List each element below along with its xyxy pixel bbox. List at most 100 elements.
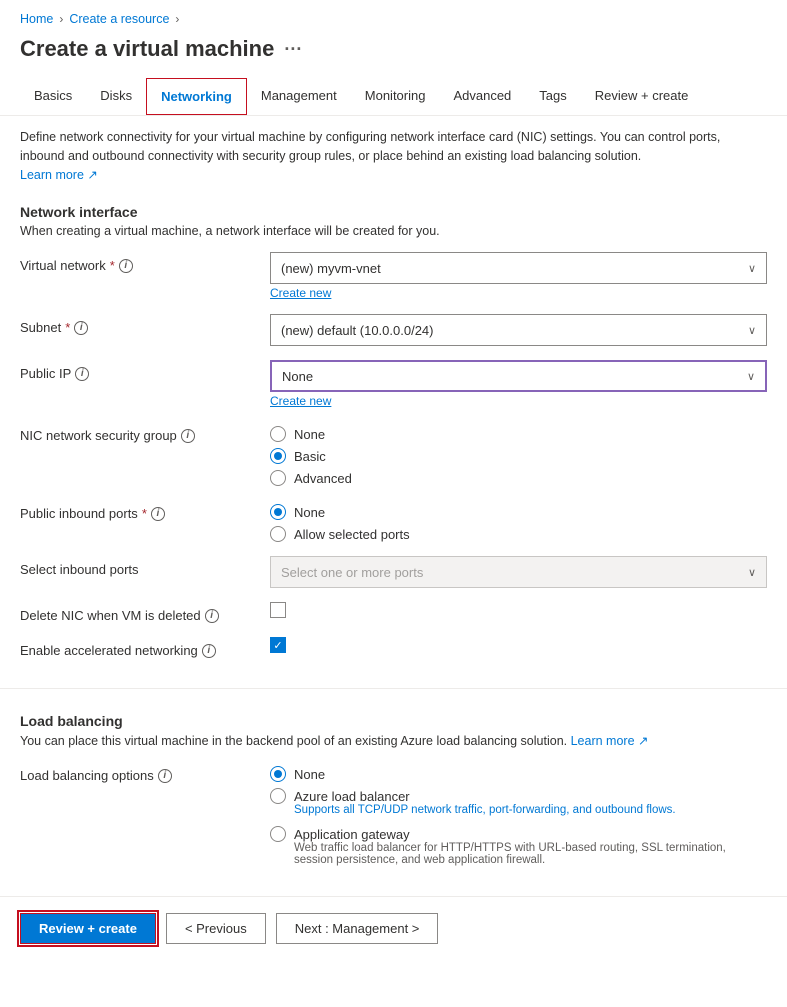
tab-tags[interactable]: Tags (525, 78, 580, 115)
select-inbound-ports-dropdown[interactable]: Select one or more ports ∨ (270, 556, 767, 588)
load-balancing-options-control: None Azure load balancer Supports all TC… (270, 762, 767, 866)
virtual-network-row: Virtual network * i (new) myvm-vnet ∨ Cr… (20, 252, 767, 300)
load-balancing-app-gateway-group: Application gateway Web traffic load bal… (270, 826, 767, 866)
public-ip-chevron-icon: ∨ (747, 370, 755, 383)
network-interface-title: Network interface (20, 204, 767, 220)
nic-nsg-none-radio[interactable] (270, 426, 286, 442)
public-ip-create-new-link[interactable]: Create new (270, 394, 331, 408)
select-inbound-ports-row: Select inbound ports Select one or more … (20, 556, 767, 588)
load-balancing-azure-lb-group: Azure load balancer Supports all TCP/UDP… (270, 788, 767, 816)
nic-nsg-radio-group: None Basic Advanced (270, 422, 767, 486)
nic-nsg-advanced-option[interactable]: Advanced (270, 470, 767, 486)
breadcrumb: Home › Create a resource › (0, 0, 787, 32)
delete-nic-label: Delete NIC when VM is deleted i (20, 602, 260, 623)
breadcrumb-home[interactable]: Home (20, 12, 53, 26)
delete-nic-row: Delete NIC when VM is deleted i (20, 602, 767, 623)
accelerated-networking-label: Enable accelerated networking i (20, 637, 260, 658)
load-balancing-options-info-icon[interactable]: i (158, 769, 172, 783)
virtual-network-dropdown[interactable]: (new) myvm-vnet ∨ (270, 252, 767, 284)
public-ip-row: Public IP i None ∨ Create new (20, 360, 767, 408)
delete-nic-checkbox[interactable] (270, 602, 286, 618)
title-options-button[interactable]: ··· (284, 39, 302, 60)
public-inbound-none-option[interactable]: None (270, 504, 767, 520)
virtual-network-label: Virtual network * i (20, 252, 260, 273)
tab-disks[interactable]: Disks (86, 78, 146, 115)
tab-management[interactable]: Management (247, 78, 351, 115)
delete-nic-control (270, 602, 767, 618)
next-button[interactable]: Next : Management > (276, 913, 439, 944)
load-balancing-title: Load balancing (20, 713, 767, 729)
subnet-chevron-icon: ∨ (748, 324, 756, 337)
description-learn-more-link[interactable]: Learn more ↗ (20, 168, 98, 182)
public-inbound-none-radio[interactable] (270, 504, 286, 520)
public-inbound-ports-label: Public inbound ports * i (20, 500, 260, 521)
select-inbound-ports-chevron-icon: ∨ (748, 566, 756, 579)
load-balancing-options-row: Load balancing options i None Azure load… (20, 762, 767, 866)
tab-advanced[interactable]: Advanced (439, 78, 525, 115)
review-create-button[interactable]: Review + create (20, 913, 156, 944)
virtual-network-control: (new) myvm-vnet ∨ Create new (270, 252, 767, 300)
tab-review-create[interactable]: Review + create (581, 78, 703, 115)
accelerated-networking-info-icon[interactable]: i (202, 644, 216, 658)
nic-nsg-none-option[interactable]: None (270, 426, 767, 442)
public-inbound-allow-option[interactable]: Allow selected ports (270, 526, 767, 542)
select-inbound-ports-control: Select one or more ports ∨ (270, 556, 767, 588)
public-ip-control: None ∨ Create new (270, 360, 767, 408)
public-inbound-ports-radio-group: None Allow selected ports (270, 500, 767, 542)
network-interface-subtitle: When creating a virtual machine, a netwo… (20, 224, 767, 238)
load-balancing-radio-group: None Azure load balancer Supports all TC… (270, 762, 767, 866)
subnet-dropdown[interactable]: (new) default (10.0.0.0/24) ∨ (270, 314, 767, 346)
delete-nic-checkbox-item[interactable] (270, 602, 767, 618)
nic-nsg-label: NIC network security group i (20, 422, 260, 443)
subnet-row: Subnet * i (new) default (10.0.0.0/24) ∨ (20, 314, 767, 346)
load-balancing-options-label: Load balancing options i (20, 762, 260, 783)
nic-nsg-info-icon[interactable]: i (181, 429, 195, 443)
load-balancing-learn-more-link[interactable]: Learn more ↗ (571, 734, 649, 748)
public-ip-info-icon[interactable]: i (75, 367, 89, 381)
load-balancing-app-gateway-radio[interactable] (270, 826, 286, 842)
accelerated-networking-control (270, 637, 767, 653)
load-balancing-none-option[interactable]: None (270, 766, 767, 782)
tab-basics[interactable]: Basics (20, 78, 86, 115)
select-inbound-ports-label: Select inbound ports (20, 556, 260, 577)
azure-lb-description: Supports all TCP/UDP network traffic, po… (294, 804, 767, 816)
nic-nsg-advanced-radio[interactable] (270, 470, 286, 486)
accelerated-networking-row: Enable accelerated networking i (20, 637, 767, 658)
accelerated-networking-checkbox[interactable] (270, 637, 286, 653)
public-inbound-ports-row: Public inbound ports * i None Allow sele… (20, 500, 767, 542)
nic-nsg-basic-radio[interactable] (270, 448, 286, 464)
public-inbound-allow-radio[interactable] (270, 526, 286, 542)
load-balancing-none-radio[interactable] (270, 766, 286, 782)
nic-nsg-basic-option[interactable]: Basic (270, 448, 767, 464)
public-ip-dropdown[interactable]: None ∨ (270, 360, 767, 392)
nic-nsg-row: NIC network security group i None Basic … (20, 422, 767, 486)
load-balancing-app-gateway-option[interactable]: Application gateway (270, 826, 767, 842)
tab-bar: Basics Disks Networking Management Monit… (0, 78, 787, 116)
subnet-control: (new) default (10.0.0.0/24) ∨ (270, 314, 767, 346)
previous-button[interactable]: < Previous (166, 913, 266, 944)
virtual-network-chevron-icon: ∨ (748, 262, 756, 275)
tab-monitoring[interactable]: Monitoring (351, 78, 440, 115)
load-balancing-azure-lb-radio[interactable] (270, 788, 286, 804)
accelerated-networking-checkbox-item[interactable] (270, 637, 767, 653)
page-title-area: Create a virtual machine ··· (0, 32, 787, 78)
footer: Review + create < Previous Next : Manage… (0, 896, 787, 960)
virtual-network-create-new-link[interactable]: Create new (270, 286, 331, 300)
tab-networking[interactable]: Networking (146, 78, 247, 115)
load-balancing-azure-lb-option[interactable]: Azure load balancer (270, 788, 767, 804)
network-interface-section: Network interface When creating a virtua… (0, 188, 787, 680)
public-ip-label: Public IP i (20, 360, 260, 381)
breadcrumb-create-resource[interactable]: Create a resource (69, 12, 169, 26)
subnet-label: Subnet * i (20, 314, 260, 335)
page-title: Create a virtual machine (20, 36, 274, 62)
app-gateway-description: Web traffic load balancer for HTTP/HTTPS… (294, 842, 767, 866)
subnet-info-icon[interactable]: i (74, 321, 88, 335)
nic-nsg-control: None Basic Advanced (270, 422, 767, 486)
tab-description: Define network connectivity for your vir… (0, 116, 787, 188)
public-inbound-ports-info-icon[interactable]: i (151, 507, 165, 521)
public-inbound-ports-control: None Allow selected ports (270, 500, 767, 542)
virtual-network-info-icon[interactable]: i (119, 259, 133, 273)
delete-nic-info-icon[interactable]: i (205, 609, 219, 623)
load-balancing-description: You can place this virtual machine in th… (20, 733, 767, 748)
load-balancing-section: Load balancing You can place this virtua… (0, 697, 787, 888)
